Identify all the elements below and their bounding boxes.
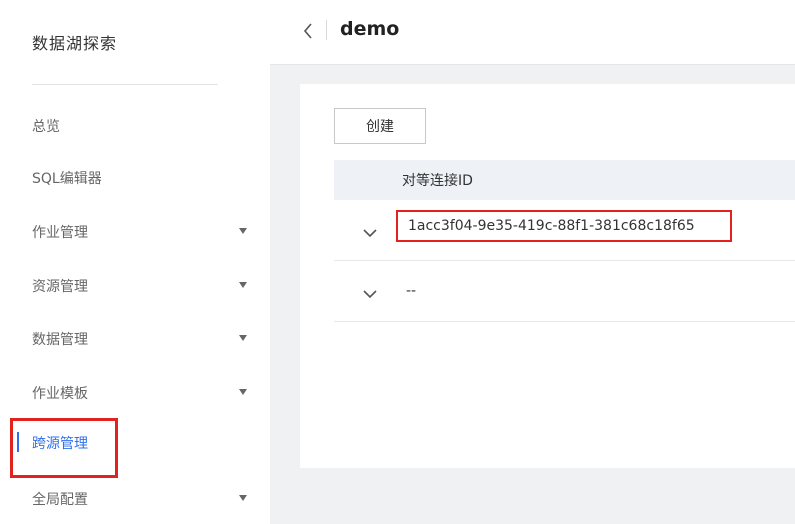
sidebar-item-label: SQL编辑器 xyxy=(32,171,102,187)
sidebar: 数据湖探索 总览 SQL编辑器 作业管理 资源管理 数据管理 作业模板 跨源管理… xyxy=(0,0,270,524)
caret-down-icon xyxy=(239,228,247,234)
sidebar-item-label: 资源管理 xyxy=(32,279,88,295)
column-header-peer-connection-id: 对等连接ID xyxy=(402,173,473,189)
caret-down-icon xyxy=(239,282,247,288)
create-button[interactable]: 创建 xyxy=(334,108,426,144)
table-header: 对等连接ID xyxy=(334,160,795,200)
main-content: demo 创建 对等连接ID 1acc3f04-9e35-419c-88f1-3… xyxy=(270,0,795,524)
sidebar-item-label: 数据管理 xyxy=(32,332,88,348)
peer-connection-id: -- xyxy=(406,283,417,299)
sidebar-item-job-templates[interactable]: 作业模板 xyxy=(32,378,252,408)
table-row: -- xyxy=(334,261,795,322)
page-header: demo xyxy=(270,0,795,65)
highlight-annotation-box xyxy=(10,418,118,478)
sidebar-divider xyxy=(32,84,218,85)
sidebar-item-job-management[interactable]: 作业管理 xyxy=(32,217,252,247)
page-title: demo xyxy=(340,18,400,40)
peer-connection-id: 1acc3f04-9e35-419c-88f1-381c68c18f65 xyxy=(408,218,695,234)
sidebar-item-label: 作业模板 xyxy=(32,386,88,402)
sidebar-title: 数据湖探索 xyxy=(32,34,118,53)
table-row: 1acc3f04-9e35-419c-88f1-381c68c18f65 xyxy=(334,200,795,261)
header-separator xyxy=(326,20,327,40)
caret-down-icon xyxy=(239,389,247,395)
content-card: 创建 对等连接ID 1acc3f04-9e35-419c-88f1-381c68… xyxy=(300,84,795,468)
sidebar-item-overview[interactable]: 总览 xyxy=(32,111,252,141)
caret-down-icon xyxy=(239,335,247,341)
sidebar-item-global-config[interactable]: 全局配置 xyxy=(32,484,252,514)
sidebar-item-resource-management[interactable]: 资源管理 xyxy=(32,271,252,301)
chevron-down-icon[interactable] xyxy=(362,285,378,299)
sidebar-item-label: 总览 xyxy=(32,119,60,135)
caret-down-icon xyxy=(239,495,247,501)
chevron-left-icon[interactable] xyxy=(298,20,318,42)
sidebar-item-data-management[interactable]: 数据管理 xyxy=(32,324,252,354)
sidebar-item-label: 作业管理 xyxy=(32,225,88,241)
sidebar-item-label: 全局配置 xyxy=(32,492,88,508)
sidebar-item-sql-editor[interactable]: SQL编辑器 xyxy=(32,163,252,193)
peer-connection-table: 对等连接ID 1acc3f04-9e35-419c-88f1-381c68c18… xyxy=(334,160,795,322)
peer-connection-id-cell: 1acc3f04-9e35-419c-88f1-381c68c18f65 xyxy=(396,210,732,242)
chevron-down-icon[interactable] xyxy=(362,224,378,238)
